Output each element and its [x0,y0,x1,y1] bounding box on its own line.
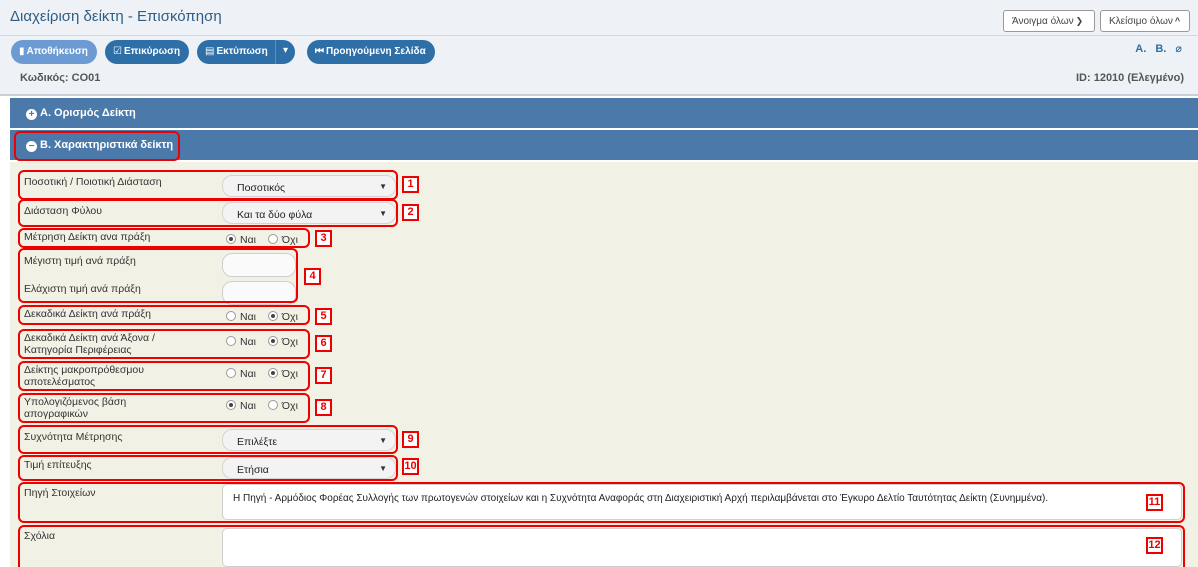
section-links: Α. Β. ⌀ [1129,42,1182,55]
annotation-number-10: 10 [402,458,419,475]
annotation-highlight-9 [18,425,398,454]
confirm-label: Επικύρωση [123,46,181,57]
annotation-number-1: 1 [402,176,419,193]
section-a-title: Α. Ορισμός Δείκτη [40,107,136,119]
save-icon: ▮ [19,46,25,57]
annotation-highlight-11 [18,482,1185,523]
annotation-highlight-1 [18,170,398,200]
annotation-highlight-12 [18,525,1185,567]
section-b-header[interactable]: − Β. Χαρακτηριστικά δείκτη [10,130,1198,160]
annotation-number-11: 11 [1146,494,1163,511]
previous-page-label: Προηγούμενη Σελίδα [326,46,426,57]
chevron-down-icon: ❯ [1075,16,1084,26]
annotation-highlight-4 [18,248,298,303]
annotation-highlight-10 [18,455,398,481]
expand-all-button[interactable]: Άνοιγμα όλων ❯ [1003,10,1095,32]
section-a-header[interactable]: + Α. Ορισμός Δείκτη [10,98,1198,128]
collapse-all-button[interactable]: Κλείσιμο όλων ^ [1100,10,1190,32]
chevron-up-icon: ^ [1174,16,1181,26]
annotation-number-2: 2 [402,204,419,221]
plus-circle-icon: + [26,109,37,120]
print-button[interactable]: ▤ Εκτύπωση [197,40,276,64]
previous-page-button[interactable]: ⏮ Προηγούμενη Σελίδα [307,40,435,64]
annotation-highlight-7 [18,361,310,391]
annotation-highlight-section-b [14,131,180,161]
section-link-b[interactable]: Β. [1155,43,1166,55]
annotation-number-12: 12 [1146,537,1163,554]
caret-down-icon: ▾ [283,45,289,56]
annotation-number-6: 6 [315,335,332,352]
indicator-id-status: ID: 12010 (Ελεγμένο) [1075,72,1184,84]
annotation-highlight-5 [18,305,310,325]
section-link-a[interactable]: Α. [1135,43,1146,55]
check-square-icon: ☑ [113,46,122,57]
page-title: Διαχείριση δείκτη - Επισκόπηση [10,8,222,25]
save-button[interactable]: ▮ Αποθήκευση [11,40,97,64]
annotation-number-5: 5 [315,308,332,325]
expand-all-label: Άνοιγμα όλων [1012,16,1074,27]
print-icon: ▤ [205,46,215,57]
annotation-number-9: 9 [402,431,419,448]
annotation-highlight-8 [18,393,310,423]
annotation-highlight-2 [18,199,398,227]
step-back-icon: ⏮ [315,46,324,57]
title-bar: Διαχείριση δείκτη - Επισκόπηση Άνοιγμα ό… [0,0,1198,36]
confirm-button[interactable]: ☑ Επικύρωση [105,40,190,64]
collapse-all-label: Κλείσιμο όλων [1109,16,1173,27]
paperclip-icon[interactable]: ⌀ [1175,43,1182,55]
save-label: Αποθήκευση [26,46,88,57]
print-label: Εκτύπωση [216,46,268,57]
print-dropdown-toggle[interactable]: ▾ [275,40,296,64]
annotation-number-7: 7 [315,367,332,384]
annotation-number-8: 8 [315,399,332,416]
annotation-highlight-6 [18,329,310,359]
annotation-number-4: 4 [304,268,321,285]
annotation-highlight-3 [18,228,310,248]
annotation-number-3: 3 [315,230,332,247]
indicator-code: Κωδικός: CO01 [20,72,101,84]
toolbar: ▮ Αποθήκευση ☑ Επικύρωση ▤ Εκτύπωση ▾ ⏮ Προη… [0,36,1198,96]
